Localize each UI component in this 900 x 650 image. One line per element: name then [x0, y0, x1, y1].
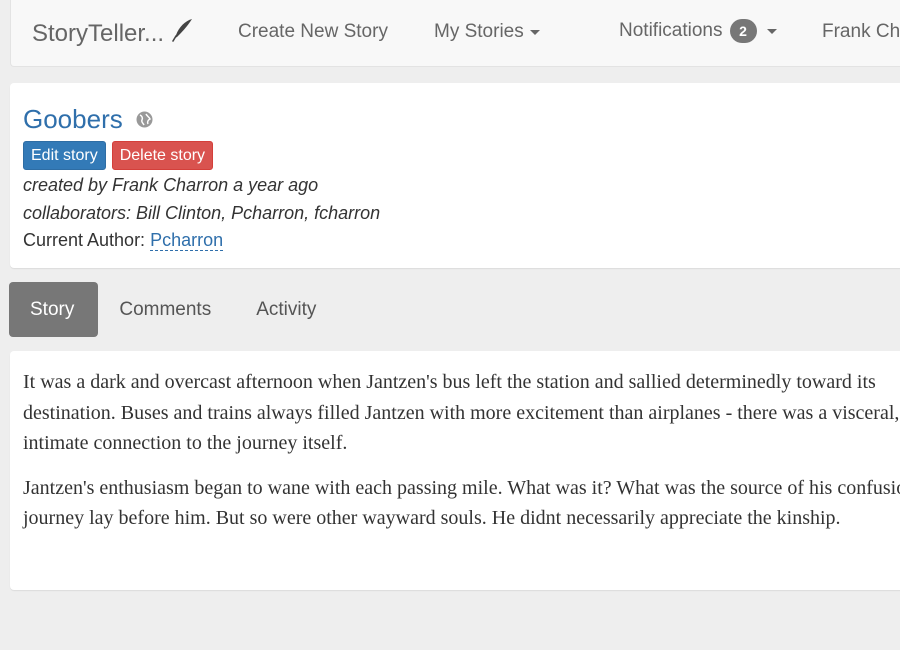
nav-my-stories-dropdown[interactable]: My Stories — [434, 21, 540, 43]
brand-label: StoryTeller... — [32, 19, 165, 47]
brand[interactable]: StoryTeller... — [32, 18, 194, 49]
caret-down-icon — [529, 29, 540, 35]
nav-notifications-dropdown[interactable]: Notifications 2 — [619, 19, 777, 43]
story-text: It was a dark and overcast afternoon whe… — [23, 367, 900, 548]
nav-my-stories-label: My Stories — [434, 21, 524, 42]
caret-down-icon — [766, 28, 777, 34]
tab-activity[interactable]: Activity — [235, 282, 340, 337]
navbar: StoryTeller... Create New Story My Stori… — [10, 0, 900, 67]
story-content-panel: It was a dark and overcast afternoon whe… — [10, 351, 900, 590]
nav-create-story-label: Create New Story — [238, 21, 388, 42]
feather-icon — [172, 18, 194, 49]
current-author-line: Current Author: Pcharron — [23, 230, 224, 251]
current-author-label: Current Author: — [23, 230, 146, 250]
tab-comments[interactable]: Comments — [98, 282, 235, 337]
nav-user-menu[interactable]: Frank Charron — [822, 21, 900, 43]
current-author-link[interactable]: Pcharron — [150, 230, 224, 251]
story-title: Goobers — [23, 104, 123, 134]
edit-story-button[interactable]: Edit story — [23, 141, 106, 170]
story-header-panel: Goobers Edit story Delete story created … — [10, 83, 900, 268]
story-paragraph: It was a dark and overcast afternoon whe… — [23, 371, 900, 454]
story-title-row: Goobers — [23, 104, 153, 135]
story-paragraph: Jantzen's enthusiasm began to wane with … — [23, 476, 900, 530]
story-tabs: Story Comments Activity — [9, 282, 340, 337]
delete-story-button[interactable]: Delete story — [111, 141, 214, 170]
globe-icon — [136, 111, 153, 133]
notification-count-badge: 2 — [729, 19, 757, 43]
nav-create-story[interactable]: Create New Story — [238, 21, 388, 43]
created-by-text: created by Frank Charron a year ago — [23, 175, 319, 195]
collaborators-text: collaborators: Bill Clinton, Pcharron, f… — [23, 203, 381, 223]
tab-story[interactable]: Story — [9, 282, 99, 337]
nav-notifications-label: Notifications — [619, 20, 723, 41]
nav-user-label: Frank Charron — [822, 21, 900, 42]
story-actions: Edit story Delete story — [23, 141, 219, 170]
